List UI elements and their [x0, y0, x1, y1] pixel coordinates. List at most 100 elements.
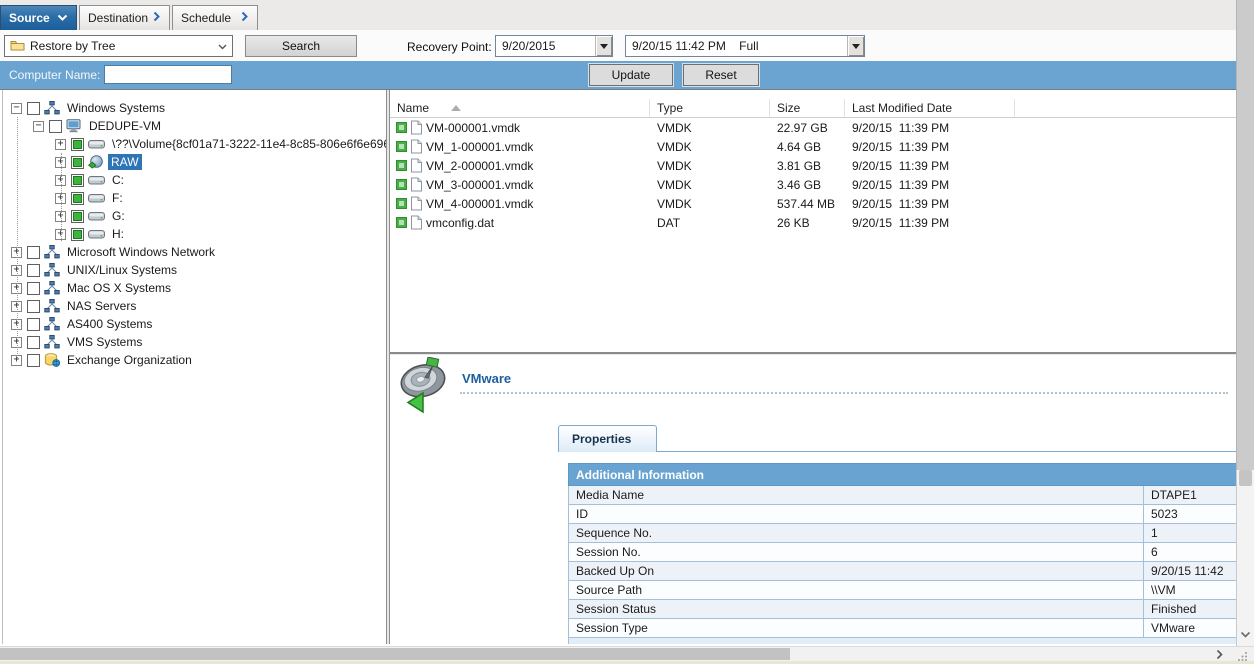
file-modified: 9/20/15 11:39 PM [845, 197, 1015, 211]
file-name[interactable]: vmconfig.dat [426, 216, 494, 230]
tab-properties[interactable]: Properties [558, 425, 657, 452]
collapse-icon[interactable]: − [11, 103, 22, 114]
tree-checkbox[interactable] [27, 318, 40, 331]
tree-item[interactable]: +VMS Systems [3, 333, 386, 351]
scroll-down-icon[interactable] [1240, 628, 1251, 642]
file-size: 3.81 GB [770, 159, 845, 173]
tree-item-label[interactable]: F: [109, 190, 126, 206]
tree-checkbox[interactable] [27, 354, 40, 367]
tree-item-label[interactable]: Windows Systems [64, 100, 168, 116]
reset-button[interactable]: Reset [683, 64, 759, 86]
dropdown-arrow-icon[interactable] [847, 36, 864, 56]
file-row[interactable]: vmconfig.datDAT26 KB9/20/15 11:39 PM [390, 213, 1236, 232]
tree-checkbox[interactable] [27, 300, 40, 313]
file-checkbox[interactable] [396, 179, 407, 190]
tree-item-label[interactable]: RAW [108, 154, 142, 170]
horizontal-scrollbar[interactable] [0, 646, 1254, 661]
dropdown-arrow-icon[interactable] [595, 36, 612, 56]
file-name[interactable]: VM_4-000001.vmdk [426, 197, 533, 211]
tree-item-label[interactable]: DEDUPE-VM [86, 118, 164, 134]
recovery-date-select[interactable]: 9/20/2015 [495, 35, 613, 57]
file-name[interactable]: VM_2-000001.vmdk [426, 159, 533, 173]
tree-checkbox[interactable] [27, 264, 40, 277]
tree-item-label[interactable]: Microsoft Windows Network [64, 244, 218, 260]
tree-guide-line [61, 153, 62, 241]
tree-item-label[interactable]: Mac OS X Systems [64, 280, 174, 296]
tree-checkbox[interactable] [71, 228, 84, 241]
tree-item[interactable]: +Exchange Organization [3, 351, 386, 369]
tree-item[interactable]: − Windows Systems [3, 99, 386, 117]
tree-checkbox[interactable] [71, 138, 84, 151]
column-header-name[interactable]: Name [390, 99, 650, 117]
file-checkbox[interactable] [396, 160, 407, 171]
tree-item[interactable]: +AS400 Systems [3, 315, 386, 333]
file-name[interactable]: VM_1-000001.vmdk [426, 140, 533, 154]
tree-item-label[interactable]: NAS Servers [64, 298, 139, 314]
recovery-session-select[interactable]: 9/20/15 11:42 PM Full [625, 35, 865, 57]
properties-table-wrap: Additional Information Media NameDTAPE1I… [568, 463, 1236, 644]
scrollbar-thumb[interactable] [0, 648, 790, 660]
tab-schedule-label: Schedule [181, 11, 231, 25]
file-row[interactable]: VM_1-000001.vmdkVMDK4.64 GB9/20/15 11:39… [390, 137, 1236, 156]
search-button[interactable]: Search [245, 35, 357, 57]
file-type: VMDK [650, 159, 770, 173]
tree-item[interactable]: +Mac OS X Systems [3, 279, 386, 297]
scrollbar-thumb[interactable] [1239, 470, 1252, 486]
tab-destination[interactable]: Destination [79, 5, 170, 30]
update-button[interactable]: Update [589, 64, 673, 86]
tree-checkbox[interactable] [27, 246, 40, 259]
tree-checkbox[interactable] [71, 156, 84, 169]
collapse-icon[interactable]: − [33, 121, 44, 132]
tree-checkbox[interactable] [27, 282, 40, 295]
tree-item-label[interactable]: Exchange Organization [64, 352, 195, 368]
file-checkbox[interactable] [396, 217, 407, 228]
file-checkbox[interactable] [396, 198, 407, 209]
tree-item-label[interactable]: AS400 Systems [64, 316, 155, 332]
file-row[interactable]: VM_2-000001.vmdkVMDK3.81 GB9/20/15 11:39… [390, 156, 1236, 175]
property-row: Session No.6 [569, 543, 1237, 562]
file-name[interactable]: VM_3-000001.vmdk [426, 178, 533, 192]
tree-item[interactable]: +Microsoft Windows Network [3, 243, 386, 261]
vertical-scrollbar[interactable] [1236, 470, 1254, 646]
tree-item-label[interactable]: G: [109, 208, 128, 224]
file-row[interactable]: VM-000001.vmdkVMDK22.97 GB9/20/15 11:39 … [390, 118, 1236, 137]
exchange-icon [44, 353, 60, 367]
tree-checkbox[interactable] [27, 336, 40, 349]
property-value: 1 [1144, 524, 1237, 543]
tree-checkbox[interactable] [71, 192, 84, 205]
tree-checkbox[interactable] [71, 210, 84, 223]
property-name: Session Status [569, 600, 1144, 619]
file-modified: 9/20/15 11:39 PM [845, 216, 1015, 230]
file-row[interactable]: VM_4-000001.vmdkVMDK537.44 MB9/20/15 11:… [390, 194, 1236, 213]
expand-icon[interactable]: + [55, 139, 66, 150]
computer-name-input[interactable] [104, 65, 232, 84]
file-checkbox[interactable] [396, 122, 407, 133]
tree-item[interactable]: + \??\Volume{8cf01a71-3222-11e4-8c85-806e… [3, 135, 386, 153]
tab-schedule[interactable]: Schedule [172, 5, 258, 30]
column-header-size[interactable]: Size [770, 99, 845, 117]
tree-item-label[interactable]: UNIX/Linux Systems [64, 262, 180, 278]
tree-checkbox[interactable] [49, 120, 62, 133]
property-row: ID5023 [569, 505, 1237, 524]
tree-item[interactable]: +NAS Servers [3, 297, 386, 315]
tree-item[interactable]: +UNIX/Linux Systems [3, 261, 386, 279]
tab-source[interactable]: Source [0, 5, 77, 30]
file-size: 3.46 GB [770, 178, 845, 192]
tree-checkbox[interactable] [27, 102, 40, 115]
file-row[interactable]: VM_3-000001.vmdkVMDK3.46 GB9/20/15 11:39… [390, 175, 1236, 194]
tree-item-label[interactable]: H: [109, 226, 127, 242]
tree-checkbox[interactable] [71, 174, 84, 187]
tree-item[interactable]: − DEDUPE-VM [3, 117, 386, 135]
tree-item-label[interactable]: VMS Systems [64, 334, 145, 350]
file-name[interactable]: VM-000001.vmdk [426, 121, 520, 135]
column-header-type[interactable]: Type [650, 99, 770, 117]
file-size: 4.64 GB [770, 140, 845, 154]
tree-item-label[interactable]: \??\Volume{8cf01a71-3222-11e4-8c85-806e6… [109, 136, 386, 152]
restore-mode-select[interactable]: Restore by Tree [4, 35, 233, 57]
tree-item-label[interactable]: C: [109, 172, 127, 188]
column-header-modified[interactable]: Last Modified Date [845, 99, 1015, 117]
file-checkbox[interactable] [396, 141, 407, 152]
file-modified: 9/20/15 11:39 PM [845, 140, 1015, 154]
property-value: 5023 [1144, 505, 1237, 524]
sort-ascending-icon [451, 105, 461, 111]
